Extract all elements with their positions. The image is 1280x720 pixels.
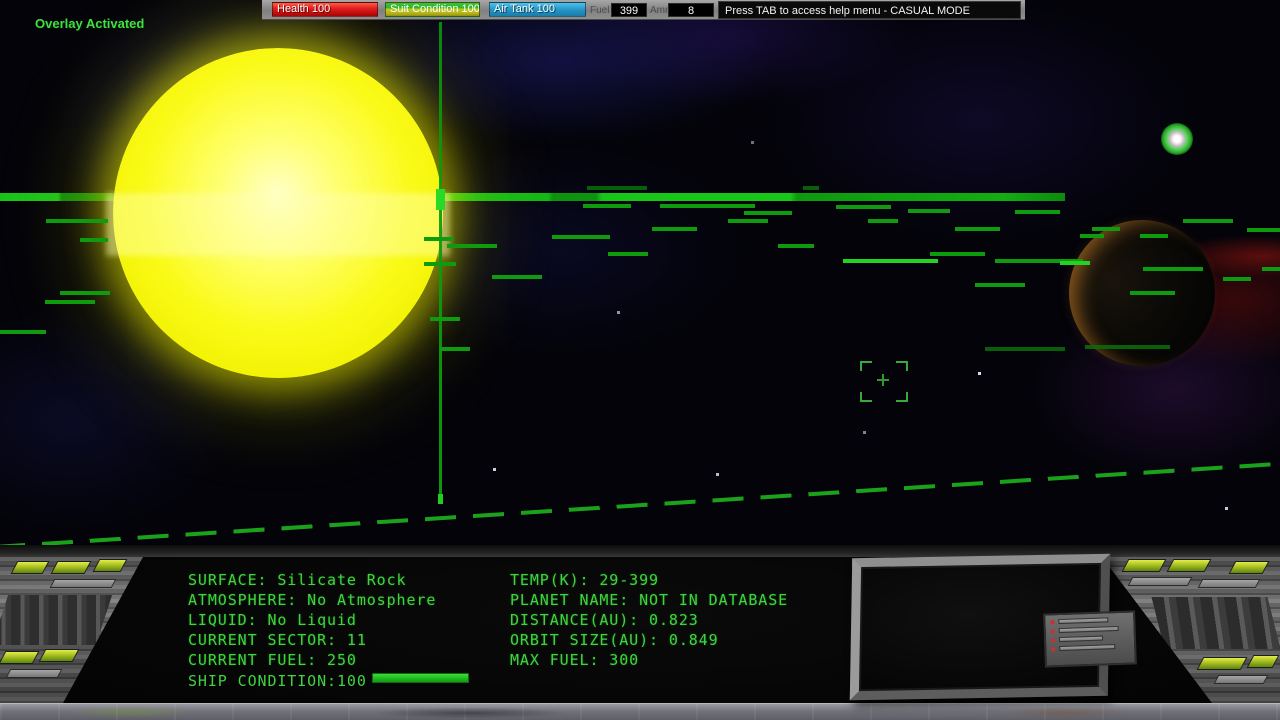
panel-trim <box>1128 577 1193 586</box>
keypad-led <box>1051 638 1055 642</box>
keypad-key <box>1058 617 1108 624</box>
keypad-key <box>1059 636 1103 643</box>
panel-button <box>1122 559 1167 572</box>
console-line: CURRENT FUEL: 250 <box>188 650 436 670</box>
ship-condition-label: SHIP CONDITION:100 <box>188 671 367 691</box>
panel-vents <box>0 595 112 645</box>
fuel-label: Fuel <box>590 5 609 16</box>
keypad-key <box>1059 644 1115 651</box>
crosshair-corner <box>896 392 908 402</box>
console-line: PLANET NAME: NOT IN DATABASE <box>510 590 788 610</box>
panel-button <box>1197 657 1248 670</box>
health-bar: Health 100 <box>272 2 378 17</box>
console-line: ATMOSPHERE: No Atmosphere <box>188 590 436 610</box>
console-line: ORBIT SIZE(AU): 0.849 <box>510 630 788 650</box>
crosshair-corner <box>860 361 872 371</box>
crosshair <box>860 361 908 402</box>
console-line: CURRENT SECTOR: 11 <box>188 630 436 650</box>
panel-trim <box>1198 579 1261 588</box>
hud-bar: Health 100 Suit Condition 100 Air Tank 1… <box>262 0 1025 20</box>
panel-vents <box>1152 597 1280 649</box>
console-line: SURFACE: Silicate Rock <box>188 570 436 590</box>
console-line: DISTANCE(AU): 0.823 <box>510 610 788 630</box>
suit-condition-bar: Suit Condition 100 <box>385 2 480 17</box>
panel-button <box>1167 559 1212 572</box>
crosshair-corner <box>896 361 908 371</box>
crosshair-plus <box>877 379 889 381</box>
panel-button <box>1229 561 1270 574</box>
planet-info-right-column: TEMP(K): 29-399PLANET NAME: NOT IN DATAB… <box>510 570 788 670</box>
ship-condition-bar <box>372 673 469 683</box>
keypad-led <box>1051 629 1055 633</box>
help-text: Press TAB to access help menu - CASUAL M… <box>718 1 1021 19</box>
panel-button <box>39 649 80 662</box>
console-line: LIQUID: No Liquid <box>188 610 436 630</box>
crosshair-corner <box>860 392 872 402</box>
console-line: MAX FUEL: 300 <box>510 650 788 670</box>
keypad-led <box>1050 620 1054 624</box>
panel-trim <box>50 579 117 588</box>
panel-button <box>0 651 39 664</box>
monitor-keypad <box>1043 610 1137 667</box>
air-tank-bar: Air Tank 100 <box>489 2 586 17</box>
keypad-led <box>1051 647 1055 651</box>
panel-button <box>51 561 92 574</box>
console-line: TEMP(K): 29-399 <box>510 570 788 590</box>
ammo-value: 8 <box>668 3 714 17</box>
fuel-value: 399 <box>611 3 647 17</box>
game-viewport[interactable]: Overlay Activated Health 100 Suit Condit… <box>0 0 1280 720</box>
planet-info-left-column: SURFACE: Silicate RockATMOSPHERE: No Atm… <box>188 570 436 670</box>
keypad-key <box>1059 626 1119 633</box>
panel-trim <box>1214 675 1269 684</box>
dashboard-bottom-edge <box>0 703 1280 720</box>
panel-trim <box>6 669 63 678</box>
overlay-status-text: Overlay Activated <box>35 16 144 31</box>
